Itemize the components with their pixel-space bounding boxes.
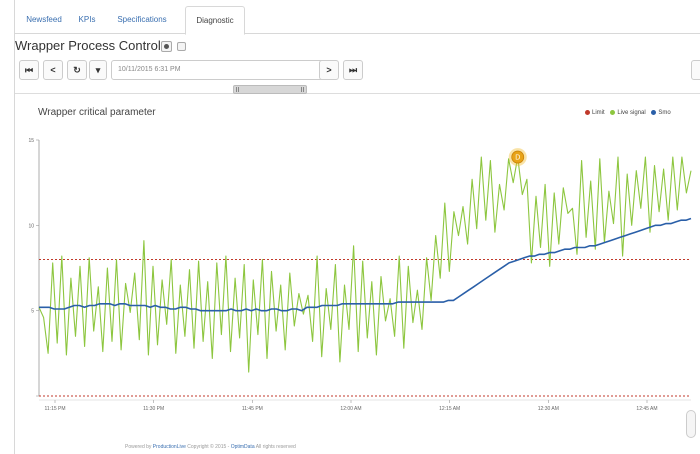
tab-newsfeed[interactable]: Newsfeed [23,8,65,34]
line-chart[interactable]: 15 10 5 11:15 PM 11:30 PM 11:45 PM 12:00 AM 12… [15,120,700,420]
footer-rights: All rights reserved [255,444,296,450]
footer-copyright: Copyright © 2015 - [187,444,230,450]
date-input[interactable]: 10/11/2015 6:31 PM [111,60,327,80]
x-tick-label: 11:15 PM [44,406,65,412]
y-tick-label: 15 [28,138,34,144]
first-button[interactable]: ⏮ [19,60,39,80]
legend-dot-icon [610,110,616,115]
tab-diagnostic[interactable]: Diagnostic [185,6,245,35]
series-line-live-signal[interactable] [38,156,692,373]
marker-label: D [515,155,520,162]
x-tick-label: 11:45 PM [242,406,263,412]
record-icon[interactable] [161,41,172,52]
footer-brand-link[interactable]: ProductionLive [153,444,186,450]
y-tick-label: 5 [31,309,34,315]
tab-bar: Newsfeed KPIs Specifications Diagnostic [15,0,700,35]
tab-kpis[interactable]: KPIs [71,8,103,34]
options-button[interactable] [691,60,700,80]
app-window: Newsfeed KPIs Specifications Diagnostic … [14,0,700,454]
grip-right-icon [301,87,304,92]
legend-dot-icon [585,110,590,115]
page-title: Wrapper Process Control [15,38,161,53]
scrollbar-thumb[interactable] [233,85,307,94]
x-tick-label: 12:00 AM [340,406,361,412]
next-button[interactable]: > [319,60,339,80]
legend-label: Live signal [617,110,646,117]
x-tick-label: 12:30 AM [538,406,559,412]
info-icon[interactable] [177,42,186,51]
y-axis: 15 10 5 [28,138,40,397]
series-group [38,156,692,373]
prev-button[interactable]: < [43,60,63,80]
refresh-button[interactable]: ↻ [67,60,87,80]
x-axis: 11:15 PM 11:30 PM 11:45 PM 12:00 AM 12:15 AM… [39,399,691,412]
chart-title: Wrapper critical parameter [38,107,156,118]
x-tick-label: 12:45 AM [636,406,657,412]
legend-item-live-signal[interactable]: Live signal [610,110,646,117]
x-tick-label: 12:15 AM [439,406,460,412]
limit-lines [39,258,691,397]
dropdown-button[interactable]: ▾ [89,60,107,80]
legend-label: Limit [592,110,605,117]
y-tick-label: 10 [28,223,34,229]
time-toolbar: ⏮ < ↻ ▾ 10/11/2015 6:31 PM > ⏭ [15,60,700,82]
footer: Powered by ProductionLive Copyright © 20… [125,444,296,450]
legend-label: Smo [658,110,671,117]
time-range-scrollbar[interactable] [15,84,700,94]
legend-item-smo[interactable]: Smo [651,110,671,117]
legend-dot-icon [651,110,657,115]
footer-powered: Powered by [125,444,152,450]
side-scroll-handle[interactable] [686,410,696,438]
tab-specifications[interactable]: Specifications [109,8,175,34]
highlight-marker[interactable]: D [508,148,527,167]
last-button[interactable]: ⏭ [343,60,363,80]
chart-legend: Limit Live signal Smo [585,110,675,116]
legend-item-limit[interactable]: Limit [585,110,605,116]
grip-left-icon [236,87,239,92]
x-tick-label: 11:30 PM [143,406,164,412]
footer-company-link[interactable]: OptimData [231,444,255,450]
